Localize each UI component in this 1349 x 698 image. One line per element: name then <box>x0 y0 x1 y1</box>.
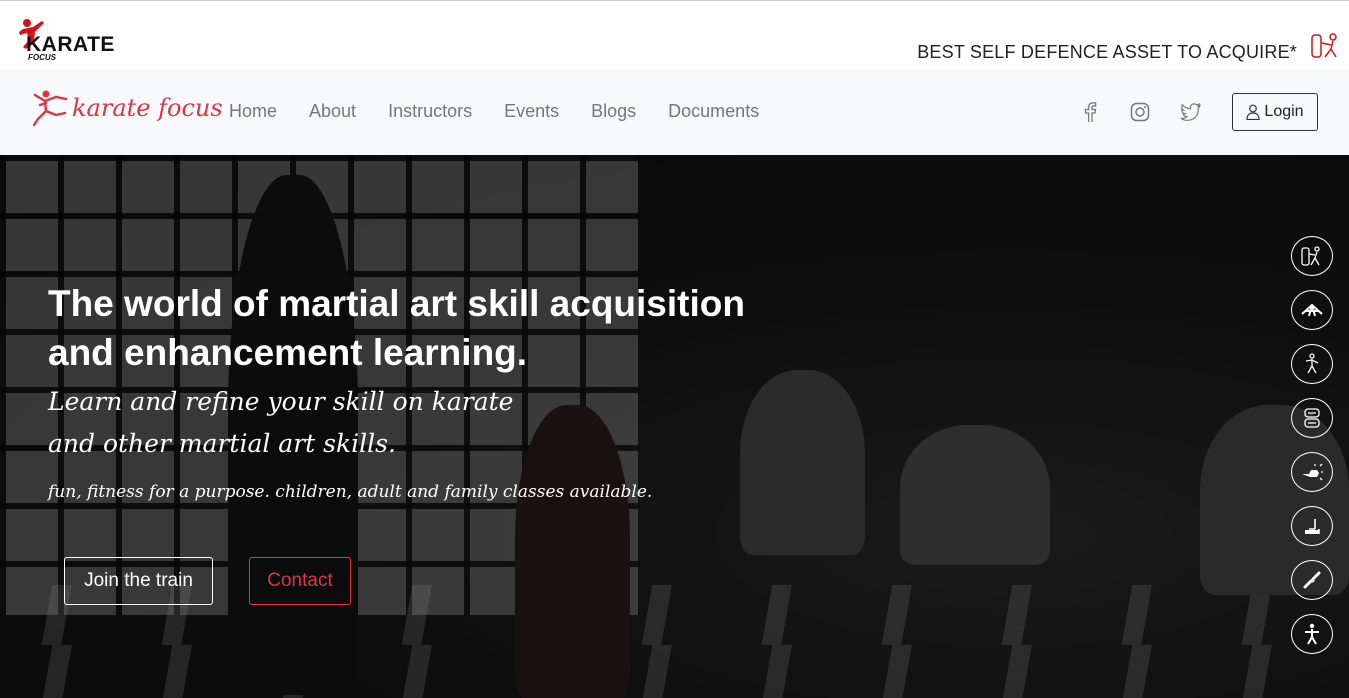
hero-subtitle-line1: Learn and refine your skill on karate <box>48 387 514 416</box>
tagline: BEST SELF DEFENCE ASSET TO ACQUIRE* <box>917 42 1297 62</box>
belt-icon[interactable] <box>1291 290 1333 330</box>
instagram-icon[interactable] <box>1128 100 1152 124</box>
kick-figure-icon <box>1311 33 1337 58</box>
nav-home[interactable]: Home <box>213 101 293 122</box>
contact-button[interactable]: Contact <box>249 557 351 605</box>
hero-title-line2: and enhancement learning. <box>48 332 528 373</box>
fighter-icon[interactable] <box>1291 344 1333 384</box>
hero-title: The world of martial art skill acquisiti… <box>48 279 808 377</box>
nunchaku-icon[interactable] <box>1291 560 1333 600</box>
logo-sub: FOCUS <box>28 53 56 62</box>
martial-artist-icon[interactable] <box>1291 614 1333 654</box>
nav-links: Home About Instructors Events Blogs Docu… <box>213 101 775 122</box>
punching-bag-icon[interactable] <box>1291 236 1333 276</box>
brand[interactable]: karate focus <box>32 89 223 127</box>
side-icon-menu <box>1291 236 1333 654</box>
hero-note: fun, fitness for a purpose. children, ad… <box>48 482 653 502</box>
nav-about[interactable]: About <box>293 101 372 122</box>
nav-events[interactable]: Events <box>488 101 575 122</box>
hero-section: The world of martial art skill acquisiti… <box>0 155 1349 698</box>
twitter-icon[interactable] <box>1178 100 1202 124</box>
karate-logo[interactable]: KARATE FOCUS <box>16 17 116 63</box>
student-silhouette-2 <box>900 425 1050 565</box>
top-bar: KARATE FOCUS BEST SELF DEFENCE ASSET TO … <box>0 0 1349 69</box>
hero-subtitle: Learn and refine your skill on karate an… <box>48 381 608 465</box>
navbar: karate focus Home About Instructors Even… <box>0 69 1349 155</box>
social-links <box>1078 100 1202 124</box>
nav-instructors[interactable]: Instructors <box>372 101 488 122</box>
punch-icon[interactable] <box>1291 452 1333 492</box>
hero-title-line1: The world of martial art skill acquisiti… <box>48 283 745 324</box>
facebook-icon[interactable] <box>1078 100 1102 124</box>
login-label: Login <box>1264 103 1304 120</box>
boxing-gloves-icon[interactable] <box>1291 398 1333 438</box>
user-icon <box>1246 104 1261 120</box>
student-silhouette-1 <box>740 370 865 555</box>
nav-blogs[interactable]: Blogs <box>575 101 652 122</box>
brand-fighter-icon <box>32 90 68 127</box>
kick-icon[interactable] <box>1291 506 1333 546</box>
login-button[interactable]: Login <box>1232 93 1318 131</box>
hero-subtitle-line2: and other martial art skills. <box>48 429 396 458</box>
brand-text: karate focus <box>72 94 223 122</box>
nav-documents[interactable]: Documents <box>652 101 775 122</box>
join-the-train-button[interactable]: Join the train <box>64 557 213 605</box>
